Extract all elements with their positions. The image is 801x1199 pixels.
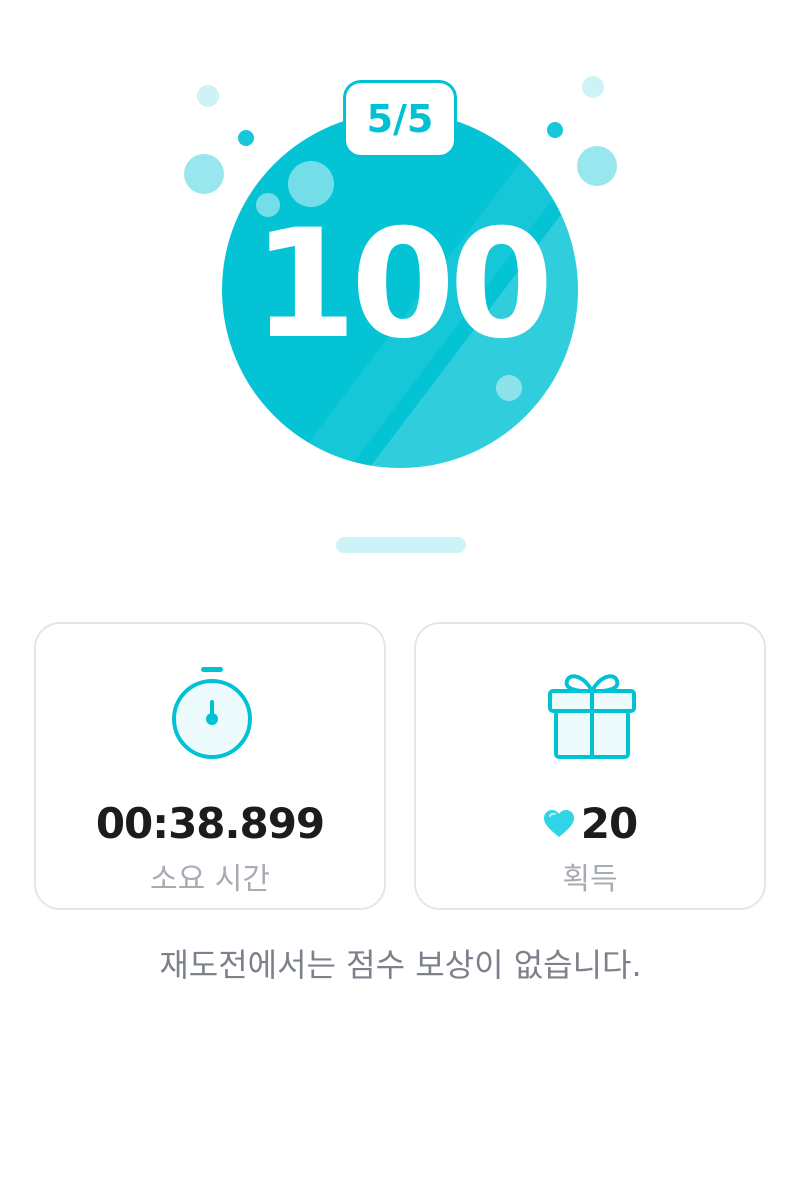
bubble-decoration [582, 76, 604, 98]
bubble-decoration [577, 146, 617, 186]
score-hero: 100 5/5 [0, 0, 801, 520]
bubble-decoration [238, 130, 254, 146]
reward-amount: 20 [580, 799, 638, 848]
elapsed-time-value: 00:38.899 [95, 799, 325, 848]
retry-notice: 재도전에서는 점수 보상이 없습니다. [159, 946, 642, 984]
bubble-decoration [547, 122, 563, 138]
bubble-decoration [197, 85, 219, 107]
drag-handle[interactable] [336, 537, 466, 553]
stopwatch-icon [172, 667, 252, 759]
heart-icon [543, 809, 574, 837]
score-value: 100 [252, 198, 553, 372]
bubble-decoration [184, 154, 224, 194]
progress-badge: 5/5 [343, 80, 457, 158]
result-page: 100 5/5 00:38.899 소요 시간 20 획득 재도전에서는 점수 … [0, 0, 801, 1199]
reward-label: 획득 [562, 862, 618, 897]
elapsed-time-label: 소요 시간 [150, 862, 270, 897]
reward-value-row: 20 [416, 796, 764, 852]
reward-card: 20 획득 [414, 622, 766, 910]
gift-icon [548, 674, 636, 759]
time-card: 00:38.899 소요 시간 [34, 622, 386, 910]
